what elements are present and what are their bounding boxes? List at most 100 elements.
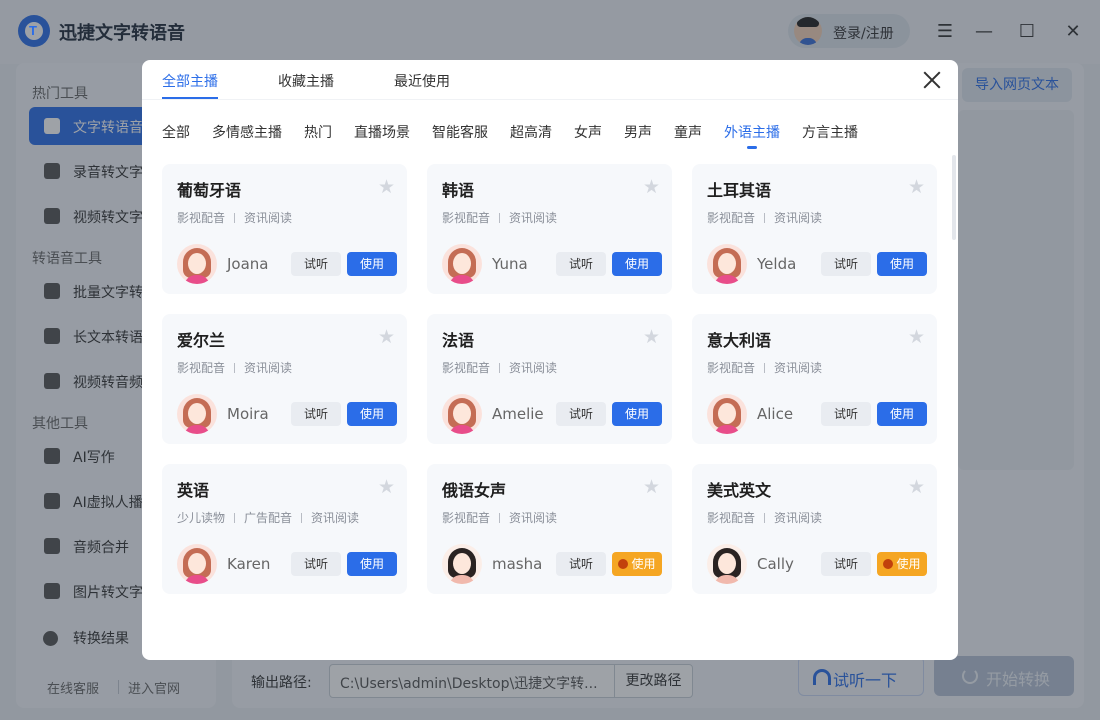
category-emotional[interactable]: 多情感主播 (212, 122, 282, 142)
voice-tags: 影视配音 资讯阅读 (177, 359, 292, 376)
tag-separator (764, 213, 766, 223)
use-button[interactable]: 使用 (347, 252, 397, 276)
category-live[interactable]: 直播场景 (354, 122, 410, 142)
voice-title: 韩语 (442, 181, 475, 200)
voice-tag: 影视配音 (707, 211, 756, 225)
voice-name: Joana (227, 255, 269, 273)
close-icon[interactable] (922, 70, 942, 90)
category-hd[interactable]: 超高清 (510, 122, 552, 142)
use-button[interactable]: 使用 (877, 402, 927, 426)
voice-tag: 影视配音 (177, 361, 226, 375)
preview-button[interactable]: 试听 (291, 552, 341, 576)
tag-separator (301, 513, 303, 523)
voice-avatar (442, 394, 482, 434)
tag-separator (234, 213, 236, 223)
preview-button[interactable]: 试听 (291, 402, 341, 426)
voice-card-irish[interactable]: 爱尔兰 ★ 影视配音 资讯阅读 Moira 试听 使用 (162, 314, 407, 444)
voice-name: Moira (227, 405, 269, 423)
category-child[interactable]: 童声 (674, 122, 702, 142)
scrollbar[interactable] (952, 155, 956, 240)
use-button[interactable]: 使用 (612, 402, 662, 426)
vip-use-button[interactable]: 使用 (612, 552, 662, 576)
voice-tag: 资讯阅读 (774, 361, 823, 375)
preview-button[interactable]: 试听 (556, 252, 606, 276)
preview-button[interactable]: 试听 (556, 552, 606, 576)
category-hot[interactable]: 热门 (304, 122, 332, 142)
vip-crown-icon (618, 559, 629, 569)
tab-recent-voices[interactable]: 最近使用 (394, 71, 450, 91)
voice-title: 意大利语 (707, 331, 772, 350)
voice-avatar (707, 244, 747, 284)
voice-title: 葡萄牙语 (177, 181, 242, 200)
voice-tag: 资讯阅读 (311, 511, 360, 525)
voice-tag: 影视配音 (442, 211, 491, 225)
voice-card-korean[interactable]: 韩语 ★ 影视配音 资讯阅读 Yuna 试听 使用 (427, 164, 672, 294)
use-button[interactable]: 使用 (347, 552, 397, 576)
category-female[interactable]: 女声 (574, 122, 602, 142)
preview-button[interactable]: 试听 (821, 552, 871, 576)
use-button[interactable]: 使用 (612, 252, 662, 276)
voice-card-english[interactable]: 英语 ★ 少儿读物 广告配音 资讯阅读 Karen 试听 使用 (162, 464, 407, 594)
voice-avatar (177, 394, 217, 434)
voice-tag: 资讯阅读 (774, 511, 823, 525)
tag-separator (764, 363, 766, 373)
favorite-star-icon[interactable]: ★ (643, 177, 660, 197)
favorite-star-icon[interactable]: ★ (378, 327, 395, 347)
voice-tag: 影视配音 (177, 211, 226, 225)
voice-tag: 资讯阅读 (244, 361, 293, 375)
voice-card-american-english[interactable]: 美式英文 ★ 影视配音 资讯阅读 Cally 试听 使用 (692, 464, 937, 594)
voice-name: masha (492, 555, 543, 573)
voice-tag: 影视配音 (442, 361, 491, 375)
voice-tag: 资讯阅读 (774, 211, 823, 225)
voice-tags: 影视配音 资讯阅读 (707, 509, 822, 526)
category-dialect[interactable]: 方言主播 (802, 122, 858, 142)
voice-tag: 资讯阅读 (509, 511, 558, 525)
voice-picker-modal: 全部主播 收藏主播 最近使用 全部 多情感主播 热门 直播场景 智能客服 超高清… (142, 60, 958, 660)
voice-tag: 影视配音 (707, 361, 756, 375)
voice-card-turkish[interactable]: 土耳其语 ★ 影视配音 资讯阅读 Yelda 试听 使用 (692, 164, 937, 294)
voice-tag: 资讯阅读 (244, 211, 293, 225)
voice-title: 土耳其语 (707, 181, 772, 200)
use-button[interactable]: 使用 (877, 252, 927, 276)
favorite-star-icon[interactable]: ★ (378, 177, 395, 197)
voice-tags: 少儿读物 广告配音 资讯阅读 (177, 509, 359, 526)
preview-button[interactable]: 试听 (291, 252, 341, 276)
category-male[interactable]: 男声 (624, 122, 652, 142)
voice-tags: 影视配音 资讯阅读 (707, 209, 822, 226)
favorite-star-icon[interactable]: ★ (378, 477, 395, 497)
tag-separator (499, 213, 501, 223)
voice-tags: 影视配音 资讯阅读 (707, 359, 822, 376)
use-button[interactable]: 使用 (347, 402, 397, 426)
category-foreign[interactable]: 外语主播 (724, 122, 780, 149)
voice-card-italian[interactable]: 意大利语 ★ 影视配音 资讯阅读 Alice 试听 使用 (692, 314, 937, 444)
voice-card-french[interactable]: 法语 ★ 影视配音 资讯阅读 Amelie 试听 使用 (427, 314, 672, 444)
preview-button[interactable]: 试听 (556, 402, 606, 426)
category-service[interactable]: 智能客服 (432, 122, 488, 142)
preview-button[interactable]: 试听 (821, 252, 871, 276)
voice-avatar (707, 394, 747, 434)
voice-title: 美式英文 (707, 481, 772, 500)
voice-card-portuguese[interactable]: 葡萄牙语 ★ 影视配音 资讯阅读 Joana 试听 使用 (162, 164, 407, 294)
vip-use-button[interactable]: 使用 (877, 552, 927, 576)
favorite-star-icon[interactable]: ★ (643, 327, 660, 347)
voice-title: 爱尔兰 (177, 331, 226, 350)
tab-divider (142, 99, 958, 100)
voice-avatar (707, 544, 747, 584)
tag-separator (234, 363, 236, 373)
voice-tag: 资讯阅读 (509, 361, 558, 375)
voice-title: 法语 (442, 331, 475, 350)
favorite-star-icon[interactable]: ★ (643, 477, 660, 497)
tab-all-voices[interactable]: 全部主播 (162, 71, 218, 99)
favorite-star-icon[interactable]: ★ (908, 177, 925, 197)
tab-favorite-voices[interactable]: 收藏主播 (278, 71, 334, 91)
category-all[interactable]: 全部 (162, 122, 190, 142)
vip-crown-icon (883, 559, 894, 569)
tag-separator (764, 513, 766, 523)
favorite-star-icon[interactable]: ★ (908, 327, 925, 347)
voice-avatar (177, 544, 217, 584)
favorite-star-icon[interactable]: ★ (908, 477, 925, 497)
tag-separator (499, 363, 501, 373)
voice-tag: 影视配音 (707, 511, 756, 525)
voice-card-russian-female[interactable]: 俄语女声 ★ 影视配音 资讯阅读 masha 试听 使用 (427, 464, 672, 594)
preview-button[interactable]: 试听 (821, 402, 871, 426)
